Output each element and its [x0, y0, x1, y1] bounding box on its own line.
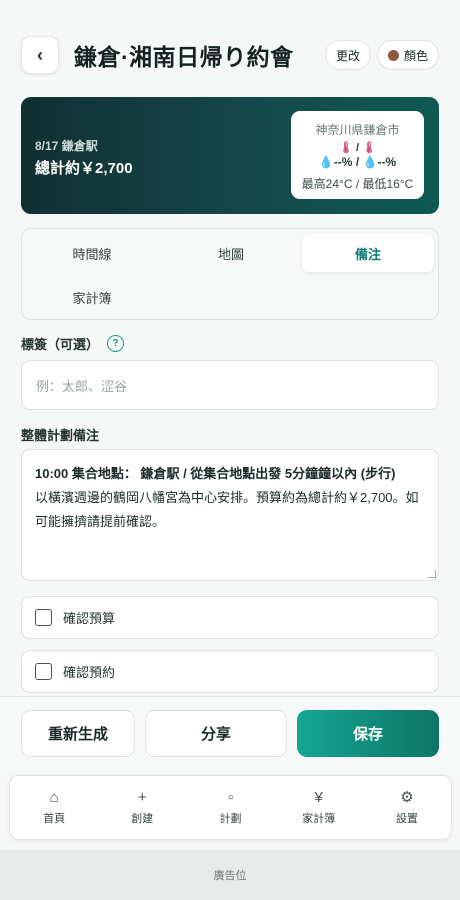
- color-button[interactable]: 顏色: [376, 40, 439, 70]
- notes-line-1: 10:00 集合地點： 鎌倉駅 / 從集合地點出發 5分鐘鐘以內 (步行): [35, 462, 425, 486]
- page-title: 鎌倉·湘南日帰り約會: [74, 44, 294, 70]
- nav-budget-label: 家計簿: [302, 812, 336, 825]
- back-icon: ‹: [37, 44, 43, 65]
- tags-label: 標簽（可選）: [21, 337, 100, 352]
- regenerate-button[interactable]: 重新生成: [21, 710, 135, 757]
- home-icon: ⌂: [49, 788, 59, 806]
- yen-icon: ¥: [314, 788, 323, 806]
- raindrop-icon: 💧: [362, 155, 378, 169]
- color-swatch-icon: [387, 49, 399, 61]
- nav-create-label: 創建: [131, 812, 154, 825]
- nav-settings[interactable]: ⚙ 設置: [363, 776, 451, 839]
- tags-label-row: 標簽（可選） ?: [21, 334, 125, 353]
- ad-banner[interactable]: 廣告位: [0, 850, 460, 900]
- thermometer-icon: 🌡: [362, 142, 377, 154]
- nav-home[interactable]: ⌂ 首頁: [10, 776, 98, 839]
- tab-notes[interactable]: 備注: [302, 234, 434, 272]
- share-button[interactable]: 分享: [145, 710, 287, 757]
- total-cost: 總計約￥2,700: [35, 160, 133, 177]
- weather-icon-separator: /: [355, 142, 360, 154]
- tab-timeline[interactable]: 時間線: [26, 234, 158, 272]
- save-button[interactable]: 保存: [297, 710, 439, 757]
- nav-budget[interactable]: ¥ 家計簿: [275, 776, 363, 839]
- app-screen: ‹ 鎌倉·湘南日帰り約會 更改 顏色 8/17 鎌倉駅 總計約￥2,700 神奈…: [0, 0, 460, 900]
- nav-settings-label: 設置: [395, 812, 418, 825]
- temperature-range: 最高24°C / 最低16°C: [301, 177, 414, 191]
- check-budget-row[interactable]: 確認預算: [21, 596, 439, 639]
- nav-home-label: 首頁: [43, 812, 66, 825]
- notes-label: 整體計劃備注: [21, 428, 100, 443]
- budget-checkbox[interactable]: [35, 609, 52, 626]
- check-budget-label: 確認預算: [63, 611, 116, 626]
- tab-bar: 時間線 地圖 備注 家計簿: [21, 228, 439, 320]
- check-booking-row[interactable]: 確認預約: [21, 650, 439, 693]
- rain-chance: 💧--% / 💧--%: [291, 155, 424, 169]
- raindrop-icon: 💧: [318, 155, 334, 169]
- bottom-nav: ⌂ 首頁 + 創建 ▫ 計劃 ¥ 家計簿 ⚙ 設置: [9, 775, 452, 840]
- square-icon: ▫: [227, 788, 234, 806]
- notes-time: 10:00: [35, 466, 69, 481]
- plus-icon: +: [137, 788, 147, 806]
- booking-checkbox[interactable]: [35, 663, 52, 680]
- color-label: 顏色: [403, 48, 428, 63]
- nav-plans-label: 計劃: [219, 812, 242, 825]
- summary-card: 8/17 鎌倉駅 總計約￥2,700 神奈川県鎌倉市 🌡 / 🌡 💧--% / …: [21, 97, 439, 214]
- weather-place: 神奈川県鎌倉市: [315, 123, 400, 137]
- weather-icons: 🌡 / 🌡: [291, 141, 424, 154]
- nav-plans[interactable]: ▫ 計劃: [186, 776, 274, 839]
- notes-meeting: 集合地點： 鎌倉駅 / 從集合地點出發 5分鐘鐘以內 (步行): [68, 466, 396, 481]
- edit-button[interactable]: 更改: [324, 40, 371, 70]
- tab-map[interactable]: 地圖: [165, 234, 297, 272]
- resize-handle-icon[interactable]: [428, 570, 436, 578]
- nav-create[interactable]: + 創建: [98, 776, 186, 839]
- date-station: 8/17 鎌倉駅: [35, 139, 98, 153]
- notes-textarea[interactable]: 10:00 集合地點： 鎌倉駅 / 從集合地點出發 5分鐘鐘以內 (步行) 以橫…: [21, 449, 439, 581]
- check-booking-label: 確認預約: [63, 665, 116, 680]
- edit-label: 更改: [335, 48, 360, 63]
- gear-icon: ⚙: [400, 788, 414, 806]
- notes-line-2: 以橫濱週邊的鶴岡八幡宮為中心安排。預算約為總計約￥2,700。如可能擁擠請提前確…: [35, 490, 419, 529]
- rain-chance-a: --%: [333, 155, 353, 169]
- header: ‹ 鎌倉·湘南日帰り約會 更改 顏色: [21, 36, 439, 74]
- rain-chance-b: --%: [377, 155, 397, 169]
- action-bar: 重新生成 分享 保存: [0, 696, 460, 774]
- tags-input[interactable]: 例：太郎、涩谷: [21, 360, 439, 410]
- weather-card: 神奈川県鎌倉市 🌡 / 🌡 💧--% / 💧--% 最高24°C / 最低16°…: [291, 111, 424, 199]
- back-button[interactable]: ‹: [21, 36, 59, 74]
- tab-budget[interactable]: 家計簿: [26, 278, 158, 316]
- help-icon[interactable]: ?: [107, 335, 125, 352]
- thermometer-icon: 🌡: [338, 142, 353, 154]
- rain-separator: /: [355, 155, 360, 169]
